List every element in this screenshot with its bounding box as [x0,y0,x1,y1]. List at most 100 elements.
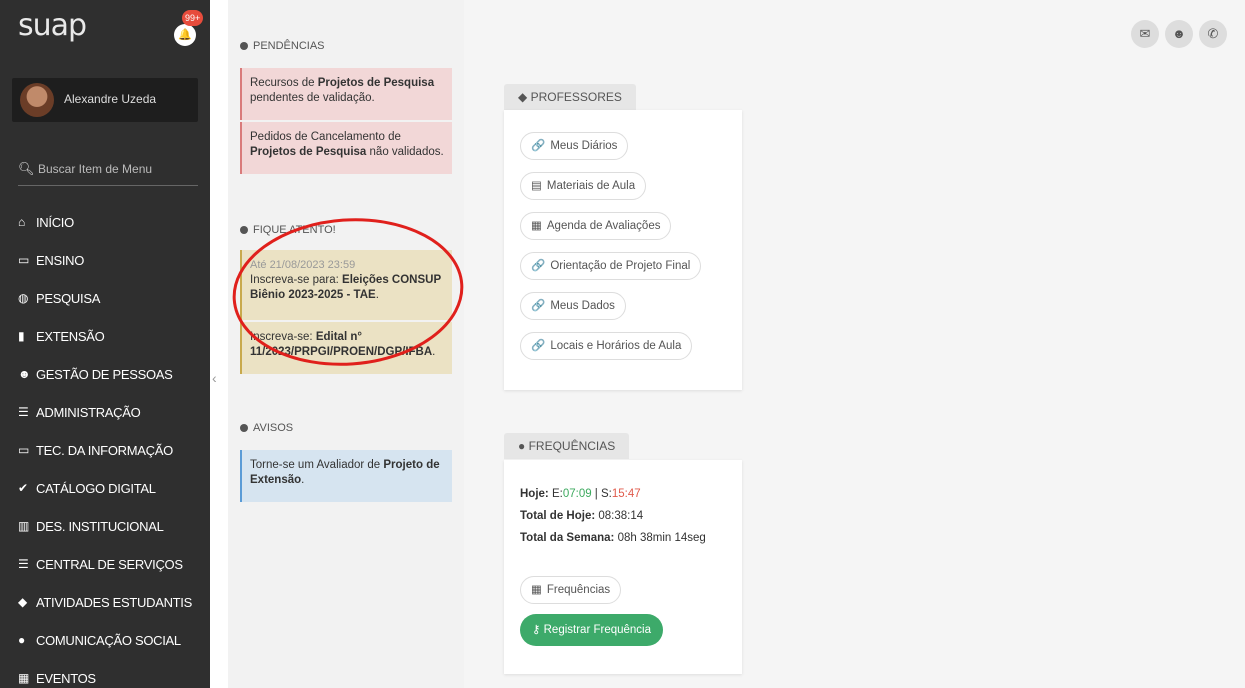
total-semana-line: Total da Semana: 08h 38min 14seg [520,532,706,544]
link-label: Meus Dados [550,300,615,312]
sidebar-item-label: ENSINO [36,252,85,268]
user-profile[interactable]: Alexandre Uzeda [12,78,198,122]
bell-icon[interactable]: 🔔 [174,24,196,46]
graduation-cap-icon: ◆ [518,90,531,104]
main-content: ✉ ☻ ✆ ◆ PROFESSORES 🔗 Meus Diários ▤ Materi… [464,0,1245,688]
sidebar-item-label: EVENTOS [36,670,96,686]
building-icon: ▮ [18,329,25,343]
pendencia-card[interactable]: Recursos de Projetos de Pesquisa pendent… [240,68,452,120]
sidebar-menu: ⌂ INÍCIO ▭ ENSINO ◍ PESQUISA ▮ EXTENSÃO ☻ GESTÃO … [0,203,210,688]
sidebar-item-label: ADMINISTRAÇÃO [36,404,141,420]
professor-link[interactable]: 🔗 Orientação de Projeto Final [520,252,702,280]
comment-icon: ● [18,633,25,647]
sidebar-item-atividades-estudantis[interactable]: ◆ ATIVIDADES ESTUDANTIS [0,583,210,621]
key-icon: ⚷ [532,624,544,636]
professor-link[interactable]: 🔗 Meus Diários [520,132,629,160]
list-icon: ☰ [18,405,29,419]
clock-icon: ● [518,439,529,453]
notice-card[interactable]: Até 21/08/2023 23:59 Inscreva-se para: E… [240,250,452,320]
professor-link[interactable]: 🔗 Locais e Horários de Aula [520,332,693,360]
calendar-icon: ▦ [531,220,542,232]
link-label: Agenda de Avaliações [546,220,661,232]
professor-link[interactable]: 🔗 Meus Dados [520,292,626,320]
card-text: . [301,474,305,486]
link-icon: 🔗 [531,340,546,352]
button-label: Registrar Frequência [543,624,652,636]
saida-time: 15:47 [611,488,641,500]
laptop-icon: ▭ [18,443,30,457]
card-text: Inscreva-se: [250,331,316,343]
users-icon: ☻ [18,367,31,381]
sidebar-item-label: GESTÃO DE PESSOAS [36,366,173,382]
sidebar-item-eventos[interactable]: ▦ EVENTOS [0,659,210,688]
sidebar-item-label: COMUNICAÇÃO SOCIAL [36,632,181,648]
sidebar-item-administracao[interactable]: ☰ ADMINISTRAÇÃO [0,393,210,431]
card-text: . [432,346,436,358]
link-label: Materiais de Aula [546,180,636,192]
sidebar-item-ensino[interactable]: ▭ ENSINO [0,241,210,279]
link-label: Meus Diários [550,140,618,152]
sidebar: suap 🔔 99+ Alexandre Uzeda 🔍︎ ⌂ INÍCIO ▭ EN… [0,0,210,688]
info-icon [240,42,248,50]
link-label: Orientação de Projeto Final [550,260,691,272]
link-label: Locais e Horários de Aula [550,340,682,352]
collapse-sidebar-icon[interactable]: ‹ [212,370,217,386]
info-icon [240,424,248,432]
sidebar-item-inicio[interactable]: ⌂ INÍCIO [0,203,210,241]
section-title: AVISOS [253,422,294,434]
fique-atento-title: FIQUE ATENTO! [240,224,336,236]
globe-icon: ◍ [18,291,29,305]
professor-link[interactable]: ▤ Materiais de Aula [520,172,647,200]
users-icon[interactable]: ☻ [1165,20,1193,48]
link-icon: 🔗 [531,260,546,272]
section-title: FIQUE ATENTO! [253,224,336,236]
total-hoje-line: Total de Hoje: 08:38:14 [520,510,643,522]
suap-logo[interactable]: suap [18,8,87,43]
home-icon: ⌂ [18,215,25,229]
sidebar-item-pesquisa[interactable]: ◍ PESQUISA [0,279,210,317]
calendar-icon: ▦ [531,584,542,596]
hoje-label: Hoje: [520,488,549,500]
book-icon: ▤ [531,180,542,192]
phone-icon[interactable]: ✆ [1199,20,1227,48]
menu-icon: ☰ [18,557,29,571]
sidebar-item-gestao-de-pessoas[interactable]: ☻ GESTÃO DE PESSOAS [0,355,210,393]
card-text: Torne-se um Avaliador de [250,459,384,471]
professor-link[interactable]: ▦ Agenda de Avaliações [520,212,672,240]
info-icon [240,226,248,234]
professores-panel: 🔗 Meus Diários ▤ Materiais de Aula ▦ Agenda d… [504,110,742,390]
frequencias-link[interactable]: ▦ Frequências [520,576,622,604]
panel-title: PROFESSORES [530,90,622,104]
sidebar-item-comunicacao-social[interactable]: ● COMUNICAÇÃO SOCIAL [0,621,210,659]
sidebar-item-central-de-servicos[interactable]: ☰ CENTRAL DE SERVIÇOS [0,545,210,583]
calendar-icon: ▦ [18,671,30,685]
card-link[interactable]: Projetos de Pesquisa [250,146,366,158]
registrar-frequencia-button[interactable]: ⚷ Registrar Frequência [520,614,664,646]
sidebar-item-catalogo-digital[interactable]: ✔ CATÁLOGO DIGITAL [0,469,210,507]
envelope-icon[interactable]: ✉ [1131,20,1159,48]
total-hoje-label: Total de Hoje: [520,510,596,522]
section-title: PENDÊNCIAS [253,40,325,52]
chart-icon: ▥ [18,519,30,533]
panel-title: FREQUÊNCIAS [528,439,616,453]
avisos-title: AVISOS [240,422,293,434]
pendencia-card[interactable]: Pedidos de Cancelamento de Projetos de P… [240,122,452,174]
sidebar-item-label: CENTRAL DE SERVIÇOS [36,556,183,572]
sidebar-item-label: EXTENSÃO [36,328,105,344]
saida-prefix: S: [601,488,612,500]
sidebar-item-label: PESQUISA [36,290,101,306]
sidebar-item-label: CATÁLOGO DIGITAL [36,480,156,496]
sidebar-item-label: INÍCIO [36,214,74,230]
sidebar-item-extensao[interactable]: ▮ EXTENSÃO [0,317,210,355]
notice-card[interactable]: Inscreva-se: Edital n° 11/2023/PRPGI/PRO… [240,322,452,374]
board-icon: ▭ [18,253,30,267]
notices-column: PENDÊNCIAS Recursos de Projetos de Pesqu… [228,0,464,688]
search-input[interactable] [38,158,196,180]
card-text: . [375,289,379,301]
sidebar-item-tec-da-informacao[interactable]: ▭ TEC. DA INFORMAÇÃO [0,431,210,469]
top-actions: ✉ ☻ ✆ [1131,20,1227,48]
sidebar-item-des-institucional[interactable]: ▥ DES. INSTITUCIONAL [0,507,210,545]
aviso-card[interactable]: Torne-se um Avaliador de Projeto de Exte… [240,450,452,502]
sidebar-item-label: ATIVIDADES ESTUDANTIS [36,594,192,610]
card-link[interactable]: Projetos de Pesquisa [318,77,434,89]
